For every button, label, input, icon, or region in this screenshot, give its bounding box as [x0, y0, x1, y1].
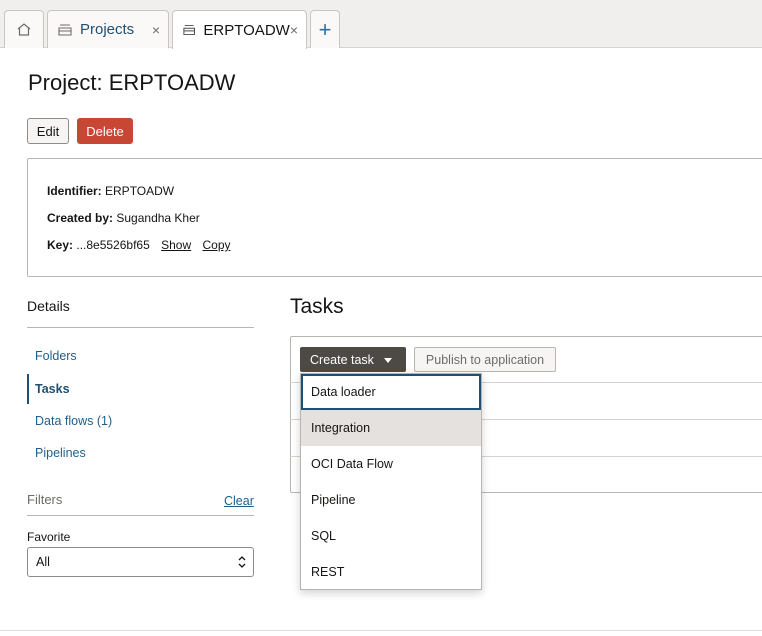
favorite-label: Favorite [27, 530, 71, 544]
selected-indicator [27, 374, 29, 404]
created-by-label: Created by: [47, 211, 114, 225]
add-tab-button[interactable]: + [310, 10, 340, 48]
clear-filters-link[interactable]: Clear [224, 494, 254, 508]
created-by-row: Created by: Sugandha Kher [47, 211, 200, 225]
create-task-label: Create task [310, 352, 374, 367]
menu-item-data-loader[interactable]: Data loader [301, 374, 481, 410]
nav-item-data-flows[interactable]: Data flows (1) [35, 414, 112, 428]
plus-icon: + [318, 16, 332, 42]
identifier-row: Identifier: ERPTOADW [47, 184, 174, 198]
divider [27, 327, 254, 328]
details-heading: Details [27, 298, 70, 314]
home-icon [17, 23, 31, 36]
menu-item-rest[interactable]: REST [301, 554, 481, 590]
show-key-link[interactable]: Show [161, 238, 191, 252]
filters-label: Filters [27, 492, 63, 507]
nav-item-folders[interactable]: Folders [35, 349, 77, 363]
updown-chevron-icon [238, 556, 246, 568]
create-task-button[interactable]: Create task [300, 347, 406, 372]
favorite-select-value: All [36, 555, 50, 569]
tasks-heading: Tasks [290, 295, 344, 318]
tab-erptoadw-label: ERPTOADW [203, 21, 290, 39]
tab-erptoadw[interactable]: ERPTOADW × [172, 10, 307, 49]
identifier-value: ERPTOADW [105, 184, 175, 198]
caret-down-icon [384, 358, 392, 363]
key-value: ...8e5526bf65 [76, 238, 150, 252]
menu-item-integration[interactable]: Integration [301, 410, 481, 446]
publish-to-application-button[interactable]: Publish to application [414, 347, 556, 372]
tab-projects-label: Projects [80, 21, 135, 38]
page-title: Project: ERPTOADW [28, 70, 236, 95]
edit-button[interactable]: Edit [27, 118, 69, 144]
project-icon [183, 25, 196, 35]
menu-item-pipeline[interactable]: Pipeline [301, 482, 481, 518]
menu-item-sql[interactable]: SQL [301, 518, 481, 554]
tab-home[interactable] [4, 10, 44, 48]
project-icon [58, 23, 72, 36]
nav-item-pipelines[interactable]: Pipelines [35, 446, 86, 460]
tab-bar: Projects × ERPTOADW × + [0, 0, 762, 49]
nav-item-tasks[interactable]: Tasks [35, 382, 70, 396]
created-by-value: Sugandha Kher [116, 211, 200, 225]
key-label: Key: [47, 238, 74, 252]
menu-item-oci-data-flow[interactable]: OCI Data Flow [301, 446, 481, 482]
tab-projects[interactable]: Projects × [47, 10, 169, 48]
delete-button[interactable]: Delete [77, 118, 133, 144]
copy-key-link[interactable]: Copy [202, 238, 230, 252]
close-icon[interactable]: × [290, 22, 298, 38]
favorite-select[interactable]: All [27, 547, 254, 577]
divider [27, 515, 254, 516]
close-icon[interactable]: × [152, 22, 160, 38]
create-task-menu: Data loader Integration OCI Data Flow Pi… [300, 373, 482, 590]
key-row: Key: ...8e5526bf65 Show Copy [47, 238, 231, 252]
identifier-label: Identifier: [47, 184, 102, 198]
divider [0, 630, 762, 631]
project-info-panel: Identifier: ERPTOADW Created by: Sugandh… [27, 158, 762, 277]
